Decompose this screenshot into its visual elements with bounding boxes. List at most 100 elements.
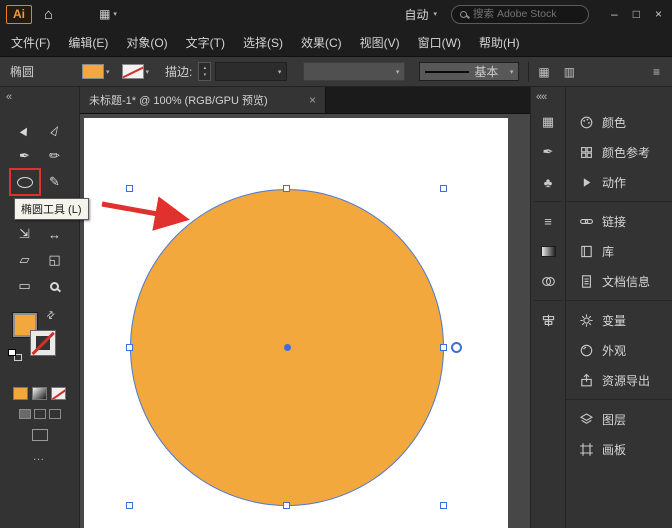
search-input[interactable]: [473, 8, 580, 20]
selection-handle-bottom-left[interactable]: [126, 502, 133, 509]
stroke-none-swatch[interactable]: [122, 64, 144, 79]
selection-handle-right[interactable]: [440, 344, 447, 351]
selection-handle-top-left[interactable]: [126, 185, 133, 192]
selection-handle-bottom-right[interactable]: [440, 502, 447, 509]
symbols-panel-icon[interactable]: ♣: [531, 167, 565, 197]
brushes-panel-icon[interactable]: ✒: [531, 137, 565, 167]
selection-handle-bottom[interactable]: [283, 502, 290, 509]
stepper-down-icon[interactable]: ▾: [204, 72, 207, 79]
fill-color-dropdown[interactable]: ▾: [82, 64, 110, 79]
fill-color-swatch[interactable]: [82, 64, 104, 79]
color-mode-buttons: [0, 387, 79, 400]
home-icon[interactable]: ⌂: [44, 6, 53, 23]
menu-window[interactable]: 窗口(W): [409, 34, 470, 51]
gradient-button[interactable]: [32, 387, 47, 400]
panel-dock: 颜色 颜色参考 动作 链接 库 文档信息 变量 外观: [566, 87, 672, 528]
draw-behind-button[interactable]: [34, 409, 46, 419]
collapse-panels-icon[interactable]: ««: [536, 91, 546, 103]
shape-builder-tool[interactable]: ◱: [40, 247, 70, 273]
menu-object[interactable]: 对象(O): [117, 34, 176, 51]
panel-item-color-guide[interactable]: 颜色参考: [566, 137, 672, 167]
panel-item-actions[interactable]: 动作: [566, 167, 672, 197]
live-shape-widget[interactable]: [451, 342, 462, 353]
document-setup-icon[interactable]: ▥: [564, 65, 575, 79]
tools-panel: « ► ▻ ✒ ✏ ✎ ▰ ↻ ⇲ ↔ ▱ ◱ ▭ ⇄: [0, 87, 80, 528]
panel-item-artboards[interactable]: 画板: [566, 434, 672, 464]
edit-toolbar-icon[interactable]: …: [0, 449, 79, 463]
stepper-up-icon[interactable]: ▴: [204, 65, 207, 72]
pen-tool[interactable]: ✒: [10, 143, 40, 169]
minimize-button[interactable]: –: [611, 7, 618, 21]
menu-help[interactable]: 帮助(H): [470, 34, 529, 51]
selection-handle-top[interactable]: [283, 185, 290, 192]
divider: [534, 201, 562, 202]
transparency-panel-icon[interactable]: [531, 266, 565, 296]
draw-inside-button[interactable]: [49, 409, 61, 419]
context-label: 椭圆: [10, 63, 34, 80]
menu-effect[interactable]: 效果(C): [292, 34, 351, 51]
screen-mode-button[interactable]: [32, 429, 48, 441]
collapse-toolbar-icon[interactable]: «: [6, 91, 12, 103]
panel-menu-icon[interactable]: ≡: [653, 65, 660, 79]
menu-type[interactable]: 文字(T): [177, 34, 234, 51]
stroke-weight-stepper[interactable]: ▴ ▾: [198, 62, 211, 81]
divider: [566, 399, 672, 400]
color-button[interactable]: [13, 387, 28, 400]
panel-item-links[interactable]: 链接: [566, 206, 672, 236]
panel-item-layers[interactable]: 图层: [566, 404, 672, 434]
stroke-label[interactable]: 描边:: [165, 63, 192, 80]
panel-item-asset-export[interactable]: 资源导出: [566, 365, 672, 395]
swatches-panel-icon[interactable]: ▦: [531, 107, 565, 137]
close-button[interactable]: ×: [655, 7, 662, 21]
default-fill-stroke-icon[interactable]: [8, 349, 22, 361]
chevron-down-icon: ▾: [396, 68, 400, 76]
workspace-dropdown[interactable]: 自动 ▾: [405, 6, 438, 23]
panel-item-color[interactable]: 颜色: [566, 107, 672, 137]
draw-normal-button[interactable]: [19, 409, 31, 419]
menu-file[interactable]: 文件(F): [2, 34, 59, 51]
curvature-tool[interactable]: ✏: [40, 143, 70, 169]
panel-item-document-info[interactable]: 文档信息: [566, 266, 672, 296]
paintbrush-tool[interactable]: ✎: [40, 169, 70, 195]
divider: [534, 300, 562, 301]
window-controls: – □ ×: [611, 7, 662, 21]
divider: [566, 300, 672, 301]
stock-search-box[interactable]: [451, 5, 589, 24]
chevron-down-icon: ▾: [278, 68, 282, 76]
selection-tool[interactable]: ►: [10, 117, 40, 143]
stroke-style-dropdown[interactable]: 基本 ▾: [419, 62, 519, 81]
panel-item-variables[interactable]: 变量: [566, 305, 672, 335]
selection-handle-left[interactable]: [126, 344, 133, 351]
tab-close-icon[interactable]: ×: [309, 93, 316, 107]
brush-definition-dropdown[interactable]: ▾: [303, 62, 405, 81]
workspace-switcher[interactable]: ▦ ▾: [99, 7, 117, 21]
document-tab[interactable]: 未标题-1* @ 100% (RGB/GPU 预览) ×: [80, 87, 326, 113]
none-button[interactable]: [51, 387, 66, 400]
selection-handle-top-right[interactable]: [440, 185, 447, 192]
direct-selection-tool[interactable]: ▻: [40, 117, 70, 143]
menu-edit[interactable]: 编辑(E): [59, 34, 117, 51]
zoom-tool[interactable]: [40, 273, 70, 299]
stroke-color-dropdown[interactable]: ▾: [122, 64, 150, 79]
menu-view[interactable]: 视图(V): [351, 34, 409, 51]
menu-select[interactable]: 选择(S): [234, 34, 292, 51]
artboard-tool[interactable]: ▭: [10, 273, 40, 299]
canvas-pasteboard: [80, 114, 530, 528]
stroke-swatch-none[interactable]: [31, 331, 55, 355]
panel-item-appearance[interactable]: 外观: [566, 335, 672, 365]
app-logo: Ai: [6, 5, 32, 24]
panel-item-libraries[interactable]: 库: [566, 236, 672, 266]
free-transform-tool[interactable]: ▱: [10, 247, 40, 273]
document-tab-title: 未标题-1* @ 100% (RGB/GPU 预览): [89, 92, 268, 108]
align-panel-icon[interactable]: [531, 305, 565, 335]
workspace-dropdown-label: 自动: [405, 6, 429, 23]
gradient-panel-icon[interactable]: [531, 236, 565, 266]
grid-options-icon[interactable]: ▦: [538, 65, 549, 79]
stroke-panel-icon[interactable]: ≡: [531, 206, 565, 236]
scale-tool[interactable]: ⇲: [10, 221, 40, 247]
swap-fill-stroke-icon[interactable]: ⇄: [44, 309, 58, 323]
divider: [528, 62, 529, 82]
stroke-weight-dropdown[interactable]: ▾: [215, 62, 287, 81]
width-tool[interactable]: ↔: [40, 221, 70, 247]
maximize-button[interactable]: □: [633, 7, 640, 21]
